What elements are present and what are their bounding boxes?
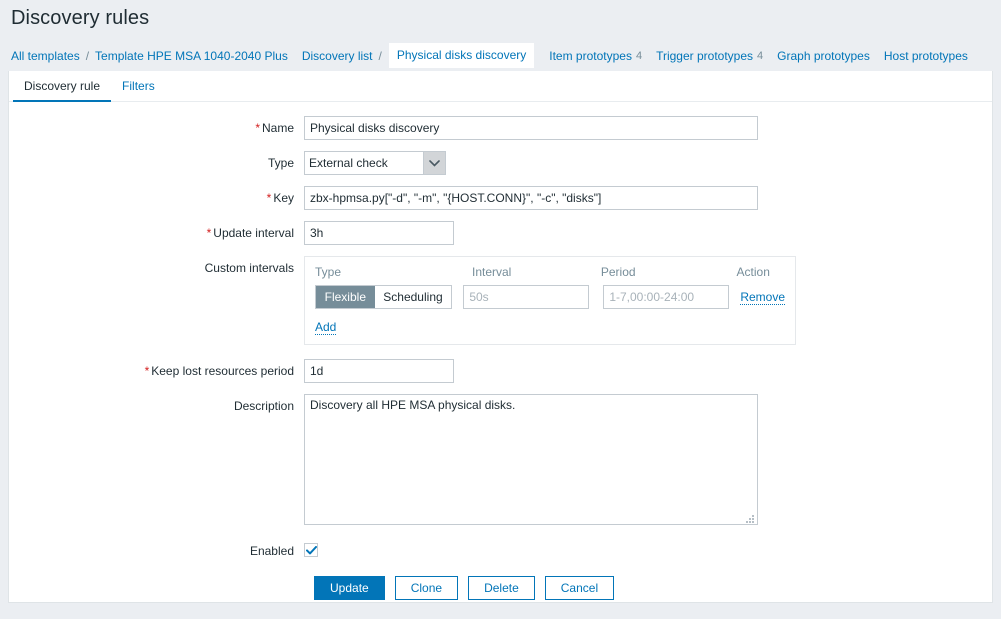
description-textarea[interactable]: Discovery all HPE MSA physical disks. bbox=[304, 394, 758, 525]
form-row-key: *Key bbox=[9, 186, 992, 210]
breadcrumb-template[interactable]: Template HPE MSA 1040-2040 Plus bbox=[95, 47, 288, 65]
column-header-interval: Interval bbox=[472, 265, 601, 279]
add-interval-wrap: Add bbox=[315, 320, 785, 334]
custom-interval-row: Flexible Scheduling Remove bbox=[315, 285, 785, 309]
type-label: Type bbox=[9, 151, 304, 170]
form-row-description: Description Discovery all HPE MSA physic… bbox=[9, 394, 992, 528]
trigger-prototypes-count: 4 bbox=[757, 50, 763, 62]
form-actions: Update Clone Delete Cancel bbox=[314, 576, 992, 600]
page-header: Discovery rules bbox=[0, 0, 1001, 40]
period-input[interactable] bbox=[603, 285, 729, 309]
column-header-type: Type bbox=[315, 265, 472, 279]
interval-input[interactable] bbox=[463, 285, 589, 309]
key-label: *Key bbox=[9, 186, 304, 205]
form-row-enabled: Enabled bbox=[9, 539, 992, 558]
form-row-keep-lost-resources: *Keep lost resources period bbox=[9, 359, 992, 383]
name-field-wrap bbox=[304, 116, 992, 140]
tab-filters[interactable]: Filters bbox=[111, 73, 166, 102]
column-header-period: Period bbox=[601, 265, 737, 279]
update-button[interactable]: Update bbox=[314, 576, 385, 600]
clone-button[interactable]: Clone bbox=[395, 576, 458, 600]
type-select-wrap: External check bbox=[304, 151, 446, 175]
discovery-rule-form: *Name Type External check bbox=[9, 102, 992, 600]
type-select[interactable]: External check bbox=[304, 151, 446, 175]
delete-button[interactable]: Delete bbox=[468, 576, 535, 600]
page-root: Discovery rules All templates / Template… bbox=[0, 0, 1001, 619]
cancel-button[interactable]: Cancel bbox=[545, 576, 614, 600]
name-input[interactable] bbox=[304, 116, 758, 140]
type-field-wrap: External check bbox=[304, 151, 992, 175]
checkmark-icon bbox=[306, 546, 317, 555]
keep-lost-resources-input[interactable] bbox=[304, 359, 454, 383]
description-field-wrap: Discovery all HPE MSA physical disks. bbox=[304, 394, 992, 528]
tab-bar: Discovery rule Filters bbox=[9, 71, 992, 102]
enabled-label: Enabled bbox=[9, 539, 304, 558]
keep-lost-resources-label-text: Keep lost resources period bbox=[151, 364, 294, 378]
remove-interval-link[interactable]: Remove bbox=[740, 290, 785, 305]
keep-lost-resources-label: *Keep lost resources period bbox=[9, 359, 304, 378]
interval-type-toggle[interactable]: Flexible Scheduling bbox=[315, 285, 452, 309]
item-prototypes-count: 4 bbox=[636, 50, 642, 62]
custom-intervals-header: Type Interval Period Action bbox=[315, 265, 785, 285]
key-label-text: Key bbox=[273, 191, 294, 205]
breadcrumb: All templates / Template HPE MSA 1040-20… bbox=[0, 40, 1001, 71]
breadcrumb-separator-1: / bbox=[86, 49, 89, 63]
toggle-option-flexible[interactable]: Flexible bbox=[316, 286, 375, 308]
add-interval-link[interactable]: Add bbox=[315, 320, 336, 335]
form-row-name: *Name bbox=[9, 116, 992, 140]
custom-intervals-box: Type Interval Period Action Flexible Sch… bbox=[304, 256, 796, 345]
form-row-custom-intervals: Custom intervals Type Interval Period Ac… bbox=[9, 256, 992, 345]
breadcrumb-all-templates[interactable]: All templates bbox=[11, 47, 80, 65]
key-input[interactable] bbox=[304, 186, 758, 210]
description-label: Description bbox=[9, 394, 304, 413]
name-required-marker: * bbox=[255, 121, 260, 135]
keep-lost-resources-required-marker: * bbox=[145, 364, 150, 378]
form-row-type: Type External check bbox=[9, 151, 992, 175]
enabled-checkbox[interactable] bbox=[304, 543, 318, 557]
update-interval-label-text: Update interval bbox=[213, 226, 294, 240]
content-card: Discovery rule Filters *Name Type bbox=[8, 71, 993, 603]
breadcrumb-host-prototypes[interactable]: Host prototypes bbox=[884, 47, 968, 65]
update-interval-label: *Update interval bbox=[9, 221, 304, 240]
breadcrumb-active-physical-disks-discovery[interactable]: Physical disks discovery bbox=[389, 43, 534, 68]
key-field-wrap bbox=[304, 186, 992, 210]
update-interval-field-wrap bbox=[304, 221, 992, 245]
breadcrumb-discovery-list[interactable]: Discovery list bbox=[302, 47, 373, 65]
toggle-option-scheduling[interactable]: Scheduling bbox=[375, 286, 452, 308]
breadcrumb-item-prototypes[interactable]: Item prototypes bbox=[549, 47, 632, 65]
name-label: *Name bbox=[9, 116, 304, 135]
form-row-update-interval: *Update interval bbox=[9, 221, 992, 245]
custom-intervals-field-wrap: Type Interval Period Action Flexible Sch… bbox=[304, 256, 992, 345]
column-header-action: Action bbox=[737, 265, 785, 279]
breadcrumb-separator-2: / bbox=[379, 49, 382, 63]
description-textarea-wrap: Discovery all HPE MSA physical disks. bbox=[304, 394, 758, 528]
name-label-text: Name bbox=[262, 121, 294, 135]
breadcrumb-graph-prototypes[interactable]: Graph prototypes bbox=[777, 47, 870, 65]
tab-discovery-rule[interactable]: Discovery rule bbox=[13, 73, 111, 102]
breadcrumb-trigger-prototypes[interactable]: Trigger prototypes bbox=[656, 47, 753, 65]
update-interval-input[interactable] bbox=[304, 221, 454, 245]
update-interval-required-marker: * bbox=[207, 226, 212, 240]
page-title: Discovery rules bbox=[11, 3, 149, 33]
keep-lost-resources-field-wrap bbox=[304, 359, 992, 383]
custom-intervals-label: Custom intervals bbox=[9, 256, 304, 275]
key-required-marker: * bbox=[267, 191, 272, 205]
enabled-field-wrap bbox=[304, 539, 992, 558]
